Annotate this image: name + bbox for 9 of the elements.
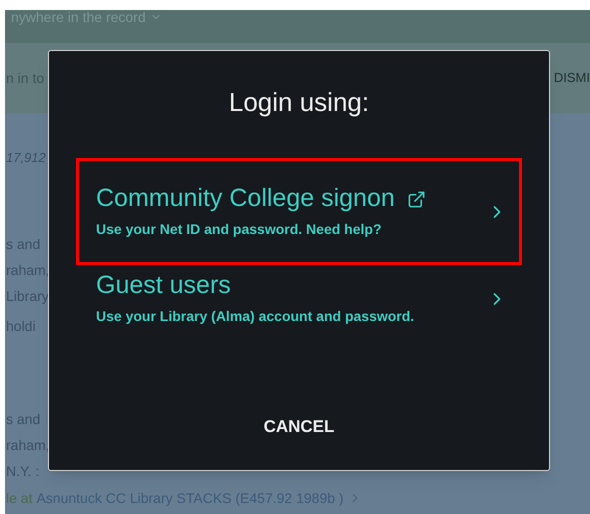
option-description: Use your Library (Alma) account and password. xyxy=(96,306,414,326)
cancel-button[interactable]: CANCEL xyxy=(248,406,350,447)
option-description: Use your Net ID and password. Need help? xyxy=(96,220,383,239)
option-title: Community College signon xyxy=(96,183,395,214)
login-option[interactable]: Community College signon Use your Net ID and password. Need help? xyxy=(76,158,522,265)
dismiss-link[interactable]: DISMI xyxy=(554,68,590,88)
availability-status: le at xyxy=(6,491,32,505)
option-title: Guest users xyxy=(96,270,231,302)
dialog-title: Login using: xyxy=(228,86,370,119)
